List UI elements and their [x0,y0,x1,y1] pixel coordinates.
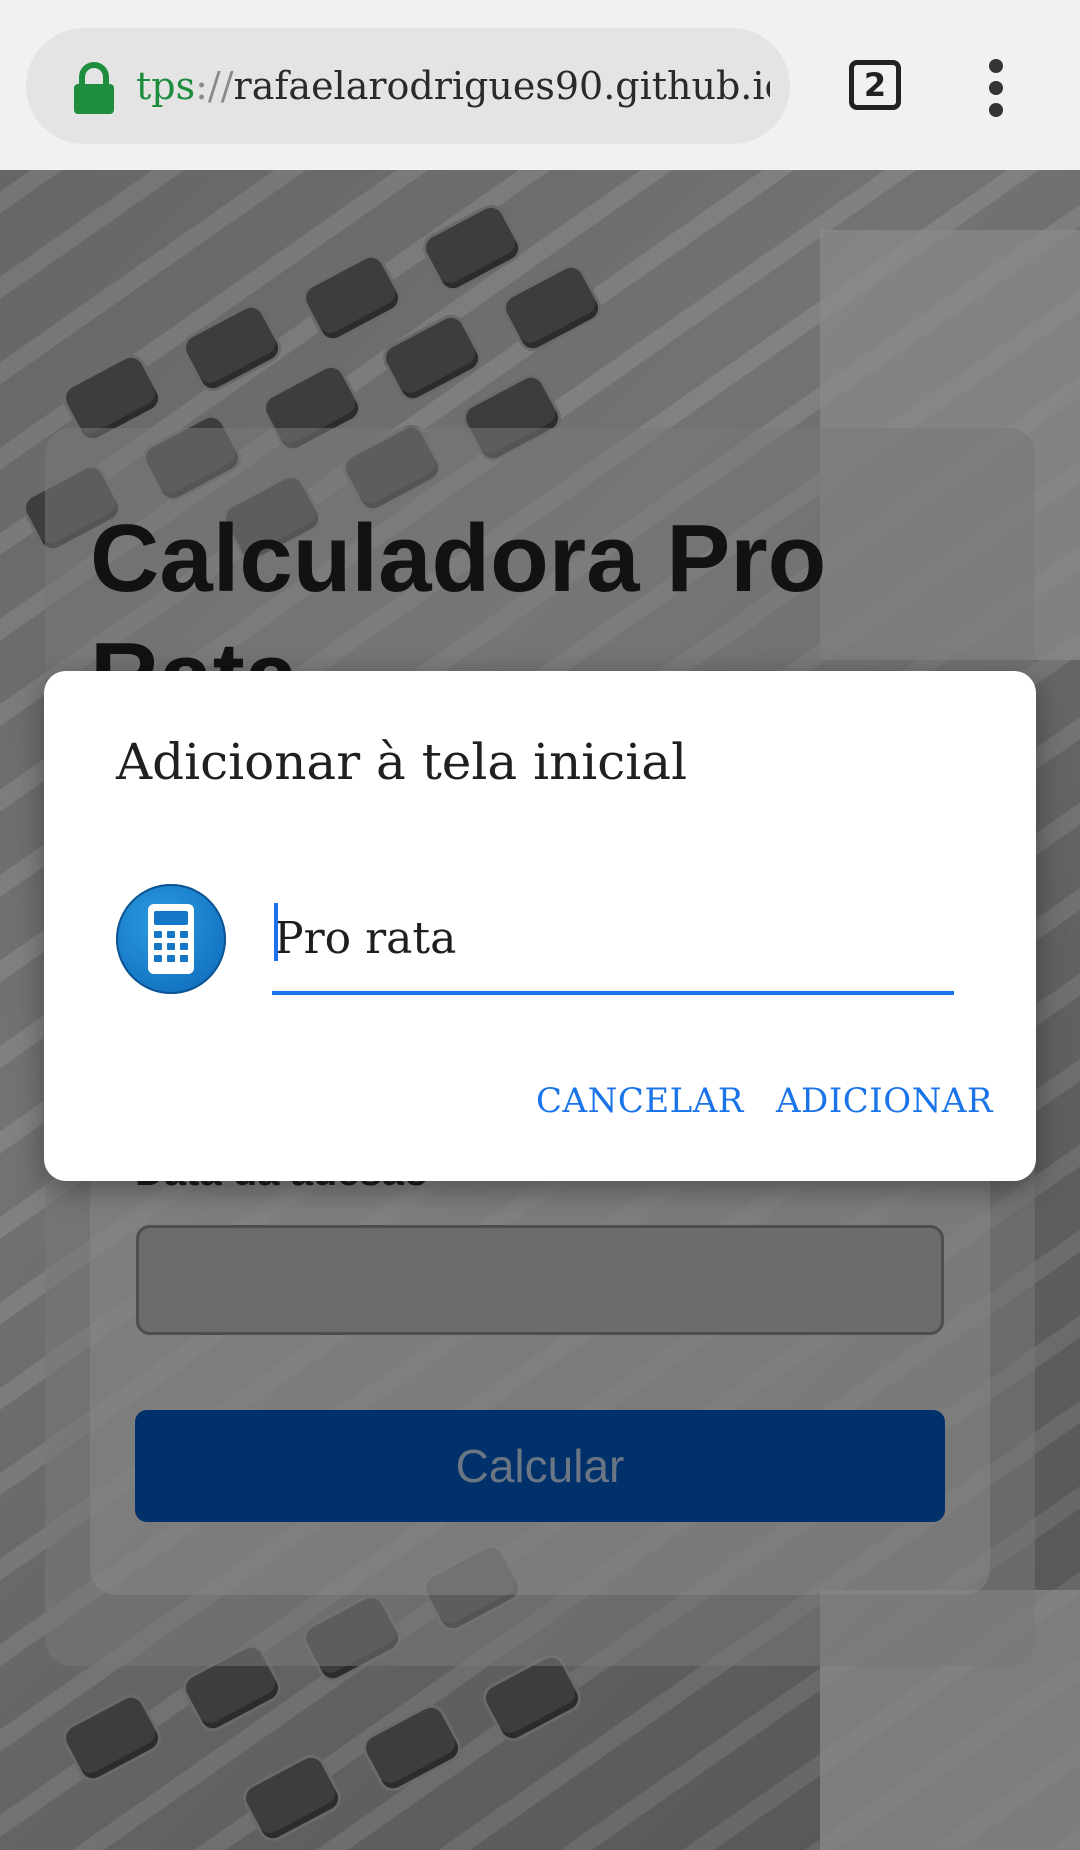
date-input[interactable] [136,1225,944,1335]
url-host: rafaelarodrigues90.github.io [233,64,770,108]
add-button[interactable]: ADICIONAR [776,1071,992,1131]
decor-key [61,1693,163,1783]
decor-key [181,303,283,393]
calculator-icon [116,884,226,994]
decor-key [421,203,523,293]
dialog-title: Adicionar à tela inicial [116,733,688,791]
url-scheme: tps [136,64,196,108]
add-to-homescreen-dialog: Adicionar à tela inicial CANCELAR ADICIO… [44,671,1036,1181]
cancel-button[interactable]: CANCELAR [536,1071,743,1131]
url-text[interactable]: tps://rafaelarodrigues90.github.io [136,28,770,144]
lock-icon[interactable] [72,62,116,114]
omnibox[interactable]: tps://rafaelarodrigues90.github.io [26,28,790,144]
url-separator: :// [195,64,234,108]
decor-key [241,1753,343,1843]
tabs-switcher-icon[interactable]: 2 [849,60,901,110]
browser-toolbar: tps://rafaelarodrigues90.github.io 2 [0,0,1080,170]
decor-key [361,1703,463,1793]
decor-key [481,1653,583,1743]
shortcut-name-input[interactable] [272,885,954,995]
calculate-button[interactable]: Calcular [135,1410,945,1522]
overflow-menu-icon[interactable] [978,58,1014,118]
decor-key [501,263,603,353]
decor-key [381,313,483,403]
decor-key [301,253,403,343]
text-caret [274,903,278,961]
